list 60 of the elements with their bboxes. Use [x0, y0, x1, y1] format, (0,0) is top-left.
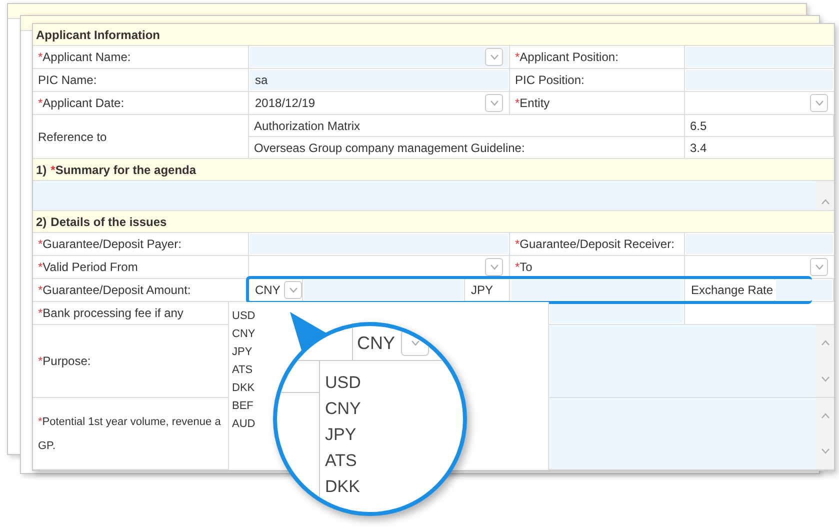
field-label: *Applicant Date: [37, 96, 124, 110]
field-label: PIC Name: [37, 73, 97, 87]
dropdown-button[interactable] [485, 258, 503, 276]
dropdown-button[interactable] [284, 281, 302, 299]
dropdown-button[interactable] [485, 94, 503, 112]
dropdown-option[interactable]: ATS [325, 448, 361, 474]
scroll-down-icon [821, 448, 830, 454]
chevron-down-icon [490, 54, 498, 60]
field-label: *Purpose: [37, 354, 91, 368]
chevron-down-icon [490, 264, 498, 270]
dropdown-option[interactable]: CNY [325, 396, 361, 422]
scroll-up-icon [821, 340, 830, 346]
section-header: 2) Details of the issues [33, 211, 834, 233]
field-label: *Entity [514, 96, 550, 110]
field-label: *Bank processing fee if any [37, 306, 184, 320]
field-label: *Applicant Name: [37, 50, 131, 64]
field-label: PIC Position: [514, 73, 584, 87]
chevron-down-icon [814, 264, 824, 270]
reference-value: 3.4 [689, 140, 707, 154]
field-label: Reference to [37, 130, 107, 144]
chevron-down-icon [490, 100, 498, 106]
chevron-down-icon [410, 340, 420, 346]
text-field[interactable] [550, 303, 683, 323]
dropdown-option[interactable]: JPY [325, 422, 361, 448]
select-field[interactable]: CNY [353, 326, 430, 360]
text-field[interactable] [250, 234, 508, 254]
text-area[interactable] [549, 398, 834, 470]
text-field[interactable]: sa [250, 70, 508, 90]
scroll-up-icon [821, 199, 830, 205]
dropdown-option[interactable]: DKK [325, 474, 361, 500]
text-field[interactable] [686, 234, 833, 254]
text-field[interactable] [511, 280, 683, 300]
field-label: *Guarantee/Deposit Amount: [37, 283, 191, 297]
select-field[interactable] [250, 47, 508, 67]
field-label: *Valid Period From [37, 260, 138, 274]
chevron-down-icon [288, 287, 298, 293]
text-field[interactable] [304, 280, 463, 300]
text-field[interactable] [776, 280, 832, 300]
field-label: *Guarantee/Deposit Receiver: [514, 237, 674, 251]
dropdown-button[interactable] [485, 48, 503, 66]
section-header: Applicant Information [33, 24, 834, 46]
text-area[interactable] [33, 181, 834, 211]
reference-name: Overseas Group company management Guideline: [253, 140, 525, 154]
dropdown-button[interactable] [810, 94, 828, 112]
dropdown-button[interactable] [810, 258, 828, 276]
field-label: GP. [37, 438, 56, 454]
scroll-up-icon [821, 412, 830, 419]
dropdown-option[interactable]: USD [230, 307, 548, 325]
chevron-down-icon [814, 100, 824, 106]
scroll-down-icon [821, 376, 830, 382]
field-label: *Guarantee/Deposit Payer: [37, 237, 182, 251]
text-field[interactable] [686, 47, 833, 67]
text-field[interactable] [686, 70, 833, 90]
dropdown-option[interactable]: USD [325, 370, 361, 396]
field-label: *Potential 1st year volume, revenue a [37, 414, 221, 430]
reference-value: 6.5 [689, 118, 707, 132]
field-label: *To [514, 260, 532, 274]
reference-name: Authorization Matrix [253, 118, 360, 132]
section-header: 1) *Summary for the agenda [33, 159, 834, 181]
field-label: *Applicant Position: [514, 50, 618, 64]
